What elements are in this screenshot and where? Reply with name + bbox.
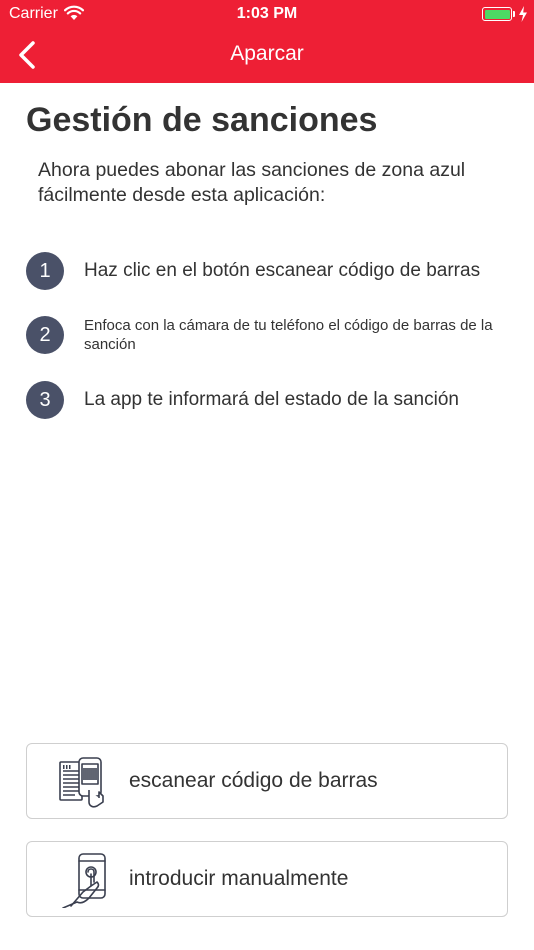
status-bar: Carrier 1:03 PM — [0, 0, 534, 28]
phone-touch-icon — [62, 853, 106, 908]
step-text: Enfoca con la cámara de tu teléfono el c… — [84, 317, 493, 353]
scan-barcode-label: escanear código de barras — [129, 769, 378, 792]
step-number: 2 — [26, 316, 64, 354]
step-text: La app te informará del estado de la san… — [84, 389, 459, 410]
step-number: 1 — [26, 252, 64, 290]
step-2: 2 Enfoca con la cámara de tu teléfono el… — [26, 316, 514, 354]
intro-text: Ahora puedes abonar las sanciones de zon… — [38, 159, 466, 206]
step-number: 3 — [26, 381, 64, 419]
scan-barcode-button[interactable]: escanear código de barras — [26, 743, 508, 819]
step-3: 3 La app te informará del estado de la s… — [26, 381, 514, 419]
battery-tip — [513, 11, 515, 17]
clock: 1:03 PM — [236, 5, 298, 22]
barcode-scan-icon — [59, 757, 104, 808]
step-text: Haz clic en el botón escanear código de … — [84, 260, 481, 281]
page-title: Gestión de sanciones — [26, 101, 378, 139]
nav-title: Aparcar — [230, 42, 304, 65]
step-1: 1 Haz clic en el botón escanear código d… — [26, 252, 514, 290]
header: Carrier 1:03 PM Aparcar — [0, 0, 534, 83]
charging-bolt-icon — [519, 6, 527, 22]
battery-icon — [482, 7, 512, 21]
manual-entry-button[interactable]: introducir manualmente — [26, 841, 508, 917]
manual-entry-label: introducir manualmente — [129, 867, 349, 890]
